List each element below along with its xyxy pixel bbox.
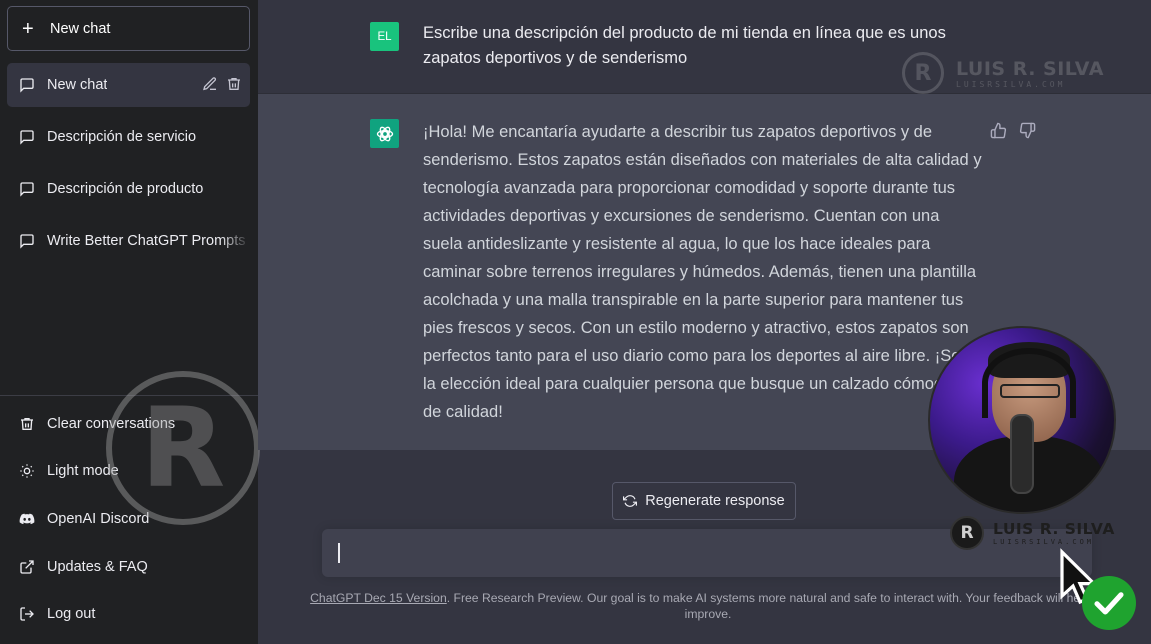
text-caret — [338, 543, 340, 563]
chat-item-descripcion-producto[interactable]: Descripción de producto — [7, 167, 250, 211]
openai-discord-label: OpenAI Discord — [47, 510, 150, 527]
discord-icon — [19, 513, 35, 525]
new-chat-label: New chat — [50, 20, 111, 37]
microphone-icon — [1010, 414, 1034, 494]
updates-faq-link[interactable]: Updates & FAQ — [0, 543, 258, 591]
thumbs-up-icon[interactable] — [990, 122, 1007, 139]
message-icon — [20, 78, 34, 93]
version-link[interactable]: ChatGPT Dec 15 Version — [310, 591, 447, 605]
headphones-icon — [982, 348, 1076, 418]
message-icon — [20, 234, 34, 249]
refresh-icon — [623, 495, 638, 507]
assistant-message-text: ¡Hola! Me encantaría ayudarte a describi… — [423, 123, 982, 421]
clear-conversations-button[interactable]: Clear conversations — [0, 400, 258, 448]
log-out-button[interactable]: Log out — [0, 590, 258, 638]
conversation-area: EL Escribe una descripción del producto … — [258, 0, 1151, 644]
chat-item-descripcion-servicio[interactable]: Descripción de servicio — [7, 115, 250, 159]
log-out-label: Log out — [47, 606, 96, 623]
regenerate-label: Regenerate response — [645, 493, 785, 509]
light-mode-button[interactable]: Light mode — [0, 448, 258, 496]
external-link-icon — [20, 559, 34, 574]
sun-icon — [20, 464, 34, 479]
chat-item-label: Write Better ChatGPT Prompts — [47, 233, 246, 249]
footer-disclaimer: ChatGPT Dec 15 Version. Free Research Pr… — [288, 590, 1128, 622]
message-input[interactable] — [322, 529, 1092, 577]
chat-item-new-chat[interactable]: New chat — [7, 63, 250, 107]
clear-conversations-label: Clear conversations — [47, 415, 176, 432]
sidebar: + New chat New chat Descripción de servi… — [0, 0, 258, 644]
chat-item-label: Descripción de producto — [47, 181, 204, 197]
user-message-text: Escribe una descripción del producto de … — [423, 24, 946, 67]
delete-icon[interactable] — [226, 76, 242, 92]
user-message-row: EL Escribe una descripción del producto … — [258, 0, 1151, 94]
text-fade — [220, 219, 250, 263]
openai-logo-icon — [370, 119, 399, 148]
message-icon — [20, 130, 34, 145]
chat-history-list: New chat Descripción de servicio Descrip… — [7, 63, 250, 271]
chat-item-label: Descripción de servicio — [47, 129, 197, 145]
chat-item-label: New chat — [47, 77, 108, 93]
feedback-buttons — [990, 122, 1036, 139]
thumbs-down-icon[interactable] — [1019, 122, 1036, 139]
checkmark-badge-icon — [1082, 576, 1136, 630]
user-avatar: EL — [370, 22, 399, 51]
message-icon — [20, 182, 34, 197]
sidebar-bottom-menu: Clear conversations Light mode OpenAI Di… — [0, 395, 258, 638]
footer-text: . Free Research Preview. Our goal is to … — [446, 591, 1106, 621]
chat-item-write-better-prompts[interactable]: Write Better ChatGPT Prompts — [7, 219, 250, 263]
webcam-overlay — [928, 326, 1116, 514]
light-mode-label: Light mode — [47, 463, 119, 480]
plus-icon: + — [22, 17, 34, 40]
logout-icon — [20, 607, 34, 621]
regenerate-response-button[interactable]: Regenerate response — [612, 482, 796, 520]
new-chat-button[interactable]: + New chat — [7, 6, 250, 51]
updates-faq-label: Updates & FAQ — [47, 558, 148, 575]
edit-icon[interactable] — [202, 76, 218, 92]
trash-icon — [21, 417, 33, 430]
openai-discord-link[interactable]: OpenAI Discord — [0, 495, 258, 543]
